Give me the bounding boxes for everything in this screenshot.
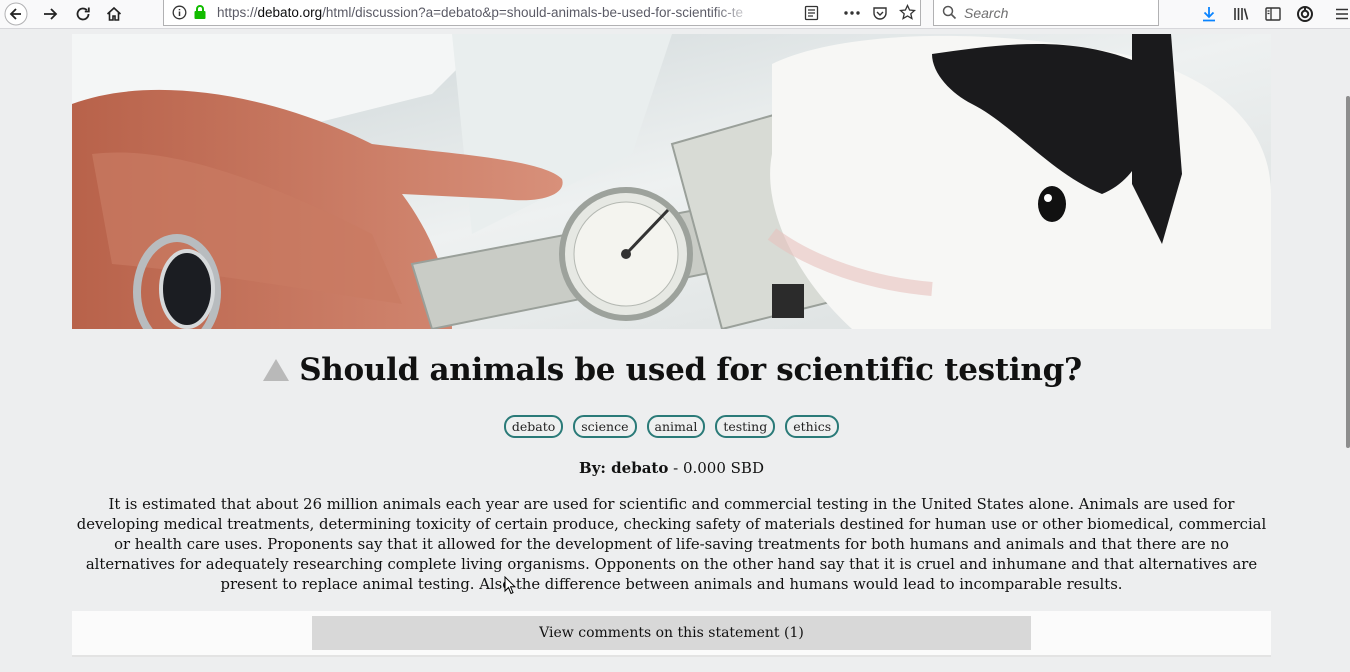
home-icon[interactable] (102, 2, 126, 26)
search-input[interactable]: Search (964, 5, 1008, 21)
reader-view-icon[interactable] (804, 5, 819, 26)
author-label[interactable]: By: debato (579, 459, 668, 477)
post-title-row: Should animals be used for scientific te… (72, 348, 1271, 392)
post-byline: By: debato - 0.000 SBD (72, 459, 1271, 477)
page-scrollbar[interactable] (1346, 96, 1350, 448)
comments-card: View comments on this statement (1) (72, 611, 1271, 657)
forward-arrow-icon[interactable] (38, 2, 62, 26)
tag-ethics[interactable]: ethics (785, 415, 840, 438)
back-arrow-icon[interactable] (4, 2, 28, 26)
search-bar[interactable]: Search (933, 0, 1159, 26)
post-description: It is estimated that about 26 million an… (76, 496, 1267, 593)
pocket-icon[interactable] (872, 5, 888, 26)
tag-list: debato science animal testing ethics (72, 415, 1271, 438)
sync-account-icon[interactable] (1293, 2, 1317, 26)
upvote-triangle-icon[interactable] (261, 357, 291, 383)
url-domain: debato.org (257, 5, 323, 20)
hamburger-menu-icon[interactable] (1330, 2, 1350, 26)
url-scheme: https:// (217, 5, 258, 20)
sidebar-icon[interactable] (1261, 2, 1285, 26)
url-path: /html/discussion?a=debato&p=should-anima… (322, 5, 744, 20)
lock-icon (193, 4, 207, 25)
tag-debato[interactable]: debato (503, 415, 564, 438)
info-icon[interactable] (172, 5, 187, 25)
star-icon[interactable] (898, 3, 917, 26)
tag-science[interactable]: science (573, 415, 637, 438)
payout-value: - 0.000 SBD (668, 459, 764, 477)
reload-icon[interactable] (71, 2, 95, 26)
browser-toolbar: https://debato.org/html/discussion?a=deb… (0, 0, 1350, 29)
view-comments-button[interactable]: View comments on this statement (1) (312, 616, 1031, 650)
mouse-cursor-icon (504, 575, 517, 599)
ellipsis-icon[interactable] (843, 6, 861, 25)
url-bar[interactable]: https://debato.org/html/discussion?a=deb… (163, 0, 921, 26)
library-icon[interactable] (1229, 2, 1253, 26)
post-hero-image (72, 34, 1271, 329)
download-arrow-icon[interactable] (1197, 2, 1221, 26)
post-title: Should animals be used for scientific te… (299, 352, 1082, 388)
search-icon (942, 5, 957, 25)
tag-testing[interactable]: testing (715, 415, 776, 438)
tag-animal[interactable]: animal (646, 415, 706, 438)
url-text[interactable]: https://debato.org/html/discussion?a=deb… (217, 5, 757, 20)
